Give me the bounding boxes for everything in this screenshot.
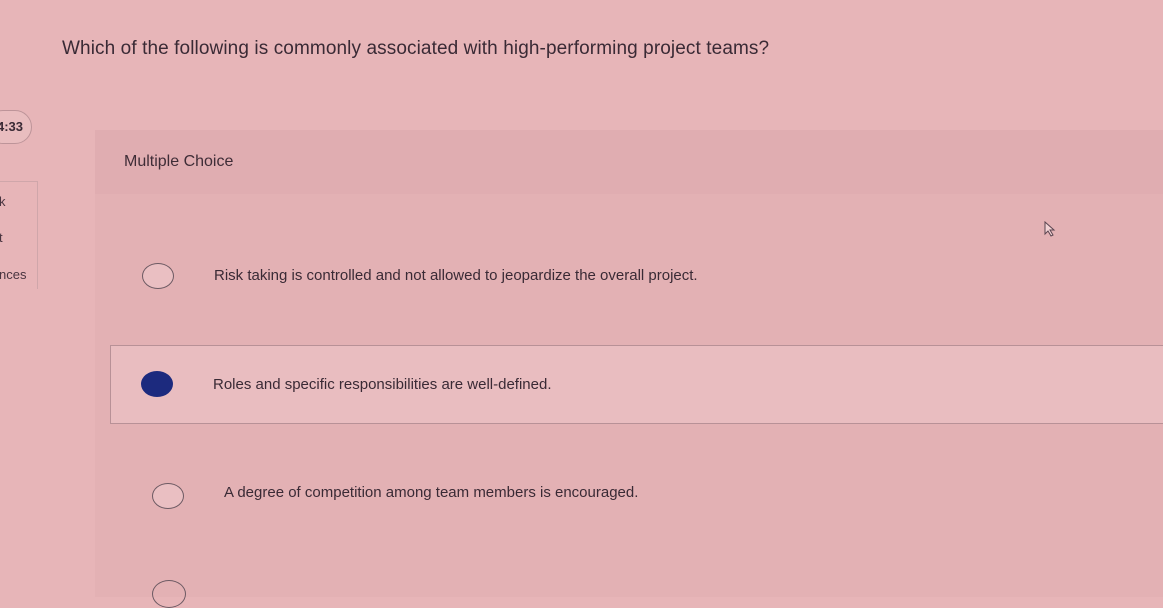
timer-badge: 4:33 [0, 110, 32, 144]
answer-option-3[interactable]: A degree of competition among team membe… [110, 460, 1163, 530]
question-text: Which of the following is commonly assoc… [62, 38, 770, 59]
question-type-label: Multiple Choice [124, 153, 234, 170]
mouse-cursor-icon [1044, 221, 1056, 237]
left-side-panel: k t nces [0, 181, 38, 289]
answer-option-text[interactable]: Risk taking is controlled and not allowe… [214, 267, 698, 284]
radio-button[interactable] [142, 263, 174, 289]
radio-button-selected[interactable] [141, 371, 173, 397]
radio-button[interactable] [152, 483, 184, 509]
left-panel-item[interactable]: t [0, 230, 3, 245]
question-type-header [95, 130, 1163, 194]
answer-option-1[interactable]: Risk taking is controlled and not allowe… [110, 240, 1163, 310]
answer-option-2[interactable]: Roles and specific responsibilities are … [110, 345, 1163, 424]
left-panel-item[interactable]: k [0, 194, 6, 209]
radio-button[interactable] [152, 580, 186, 608]
answer-option-text[interactable]: A degree of competition among team membe… [224, 484, 638, 501]
left-panel-item-references[interactable]: nces [0, 267, 26, 282]
answer-option-text[interactable]: Roles and specific responsibilities are … [213, 376, 552, 393]
